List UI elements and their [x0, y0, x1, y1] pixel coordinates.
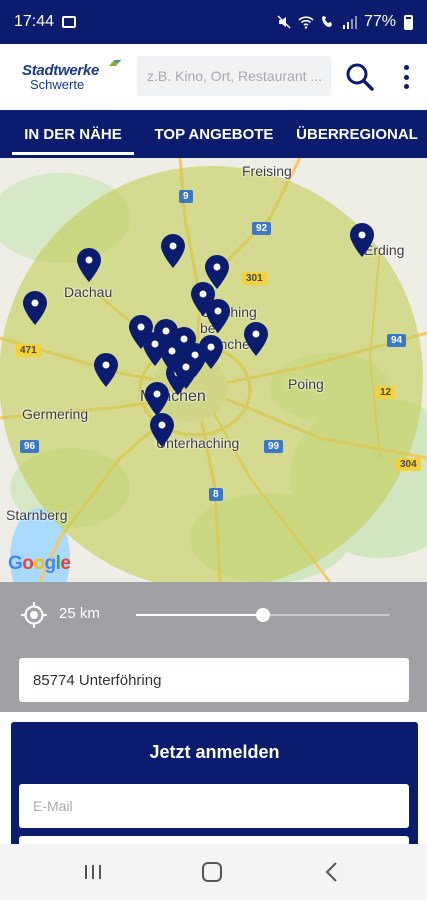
- status-time: 17:44: [14, 13, 55, 30]
- tab-bar: IN DER NÄHE TOP ANGEBOTE ÜBERREGIONAL: [0, 110, 427, 158]
- slider-fill: [136, 614, 263, 616]
- map-pin[interactable]: [204, 298, 232, 334]
- map-pin[interactable]: [159, 233, 187, 269]
- road-number: 301: [242, 272, 267, 285]
- road-number: 9: [179, 190, 193, 203]
- slider-thumb[interactable]: [256, 608, 270, 622]
- map-label: Germering: [22, 406, 89, 422]
- login-card: Jetzt anmelden: [11, 722, 418, 866]
- search-input[interactable]: [147, 68, 321, 84]
- map-label: Starnberg: [6, 507, 68, 523]
- road-number: 304: [396, 458, 421, 471]
- tab-in-der-naehe[interactable]: IN DER NÄHE: [12, 110, 134, 158]
- logo-leaf-icon: [109, 60, 121, 66]
- map-pin[interactable]: [148, 412, 176, 448]
- wifi-call-icon: [321, 16, 332, 27]
- google-attribution: Google: [8, 553, 71, 574]
- radius-slider[interactable]: [136, 608, 390, 622]
- search-box[interactable]: [137, 56, 331, 96]
- app-logo[interactable]: Stadtwerke Schwerte: [0, 44, 121, 110]
- map-label: Poing: [288, 376, 324, 392]
- back-icon[interactable]: [318, 858, 346, 886]
- login-title: Jetzt anmelden: [149, 742, 280, 762]
- road-number: 99: [264, 440, 284, 453]
- mute-icon: [277, 15, 291, 29]
- road-number: 8: [209, 488, 223, 501]
- app-header: Stadtwerke Schwerte: [0, 44, 427, 110]
- my-location-icon[interactable]: [20, 601, 48, 629]
- map-label: Dachau: [64, 284, 113, 300]
- map-pin[interactable]: [158, 338, 186, 374]
- radius-label: 25 km: [59, 605, 100, 622]
- gallery-icon: [62, 16, 77, 28]
- home-icon[interactable]: [198, 858, 226, 886]
- battery-icon: [404, 14, 413, 30]
- location-input[interactable]: [19, 658, 409, 702]
- status-bar: 17:44 77%: [0, 0, 427, 44]
- map-pin[interactable]: [242, 321, 270, 357]
- road-number: 12: [376, 386, 396, 399]
- wifi-icon: [298, 16, 314, 29]
- status-icons: 77%: [276, 13, 413, 31]
- logo-line2: Schwerte: [30, 77, 85, 92]
- email-field[interactable]: [19, 784, 409, 828]
- road-number: 471: [16, 344, 41, 357]
- road-number: 94: [387, 334, 407, 347]
- map-view[interactable]: Freising Erding Dachau Garching bei Münc…: [0, 158, 427, 582]
- road-number: 96: [20, 440, 40, 453]
- recent-apps-icon[interactable]: [79, 858, 107, 886]
- map-pin[interactable]: [348, 222, 376, 258]
- map-pin[interactable]: [75, 247, 103, 283]
- tab-ueberregional[interactable]: ÜBERREGIONAL: [294, 110, 420, 158]
- more-vert-icon[interactable]: [392, 62, 420, 92]
- signal-icon: [342, 16, 357, 29]
- battery-percent: 77%: [363, 13, 396, 30]
- map-label: Freising: [242, 163, 292, 179]
- system-nav-bar: [0, 844, 427, 900]
- radius-panel: 25 km: [0, 582, 427, 712]
- road-number: 92: [252, 222, 272, 235]
- search-icon[interactable]: [344, 61, 376, 93]
- tab-top-angebote[interactable]: TOP ANGEBOTE: [150, 110, 278, 158]
- map-pin[interactable]: [92, 352, 120, 388]
- map-pin[interactable]: [21, 290, 49, 326]
